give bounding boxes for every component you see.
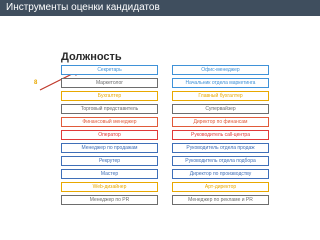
- position-button[interactable]: Менеджер по рекламе и PR: [172, 195, 269, 205]
- app-title: Инструменты оценки кандидатов: [6, 2, 160, 13]
- section-title: Должность: [61, 51, 122, 63]
- position-button[interactable]: Руководитель call-центра: [172, 130, 269, 140]
- position-button[interactable]: Руководитель отдела продаж: [172, 143, 269, 153]
- position-button[interactable]: Менеджер по продажам: [61, 143, 158, 153]
- position-button[interactable]: Директор по финансам: [172, 117, 269, 127]
- position-button[interactable]: Оператор: [61, 130, 158, 140]
- position-button[interactable]: Менеджер по PR: [61, 195, 158, 205]
- position-button[interactable]: Финансовый менеджер: [61, 117, 158, 127]
- position-button[interactable]: Директор по производству: [172, 169, 269, 179]
- position-grid: Секретарь Офис-менеджер Маркетолог Начальни…: [61, 65, 269, 205]
- position-button[interactable]: Рекрутер: [61, 156, 158, 166]
- position-button[interactable]: Офис-менеджер: [172, 65, 269, 75]
- position-button[interactable]: Маркетолог: [61, 78, 158, 88]
- position-button[interactable]: Секретарь: [61, 65, 158, 75]
- app-header: Инструменты оценки кандидатов: [0, 0, 320, 16]
- position-button[interactable]: Супервайзер: [172, 104, 269, 114]
- position-button[interactable]: Арт-директор: [172, 182, 269, 192]
- position-button[interactable]: Мастер: [61, 169, 158, 179]
- position-button[interactable]: Руководитель отдела подбора: [172, 156, 269, 166]
- position-button[interactable]: Главный бухгалтер: [172, 91, 269, 101]
- position-button[interactable]: Бухгалтер: [61, 91, 158, 101]
- position-button[interactable]: Торговый представитель: [61, 104, 158, 114]
- position-button[interactable]: Web-дизайнер: [61, 182, 158, 192]
- position-button[interactable]: Начальник отдела маркетинга: [172, 78, 269, 88]
